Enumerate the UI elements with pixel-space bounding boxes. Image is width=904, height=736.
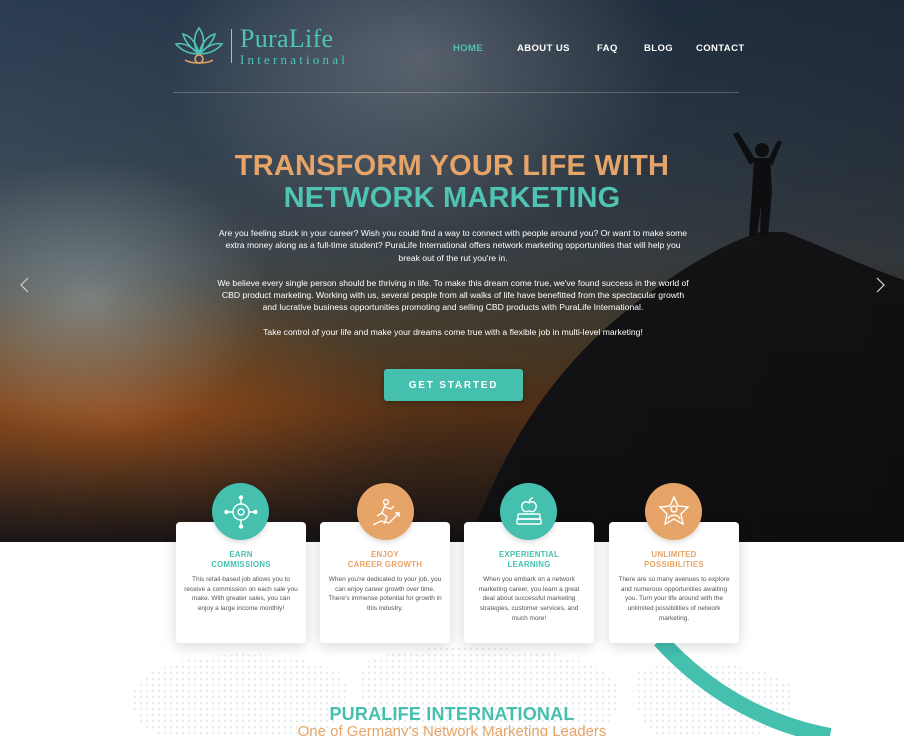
feature-title-line1: ENJOY <box>371 550 399 559</box>
nav-contact[interactable]: CONTACT <box>696 43 745 54</box>
logo-divider <box>231 29 232 63</box>
feature-title: ENJOY CAREER GROWTH <box>320 550 450 570</box>
feature-title: EARN COMMISSIONS <box>176 550 306 570</box>
brand-name: PuraLife <box>240 24 334 53</box>
feature-text: There are so many avenues to explore and… <box>618 576 730 622</box>
feature-text: When you embark on a network marketing c… <box>478 576 580 622</box>
feature-title: EXPERIENTIAL LEARNING <box>464 550 594 570</box>
nav-blog[interactable]: BLOG <box>644 43 673 54</box>
hero-description: Are you feeling stuck in your career? Wi… <box>214 227 692 351</box>
books-apple-icon <box>500 483 557 540</box>
hero-paragraph-2: We believe every single person should be… <box>217 277 689 313</box>
running-growth-icon <box>357 483 414 540</box>
section-title: PURALIFE INTERNATIONAL <box>329 704 575 724</box>
brand-logo[interactable]: PuraLife International <box>173 24 348 68</box>
hero-paragraph-1: Are you feeling stuck in your career? Wi… <box>218 228 688 263</box>
feature-title-line2: COMMISSIONS <box>211 560 271 569</box>
feature-text: When you're dedicated to your job, you c… <box>328 576 442 613</box>
brand-subtitle: International <box>240 52 349 67</box>
target-icon <box>212 483 269 540</box>
feature-title-line1: UNLIMITED <box>651 550 697 559</box>
feature-title-line1: EXPERIENTIAL <box>498 550 560 559</box>
feature-card-experiential-learning: EXPERIENTIAL LEARNING When you embark on… <box>464 522 594 643</box>
feature-title-line2: POSSIBILITIES <box>644 560 704 569</box>
feature-card-unlimited-possibilities: UNLIMITED POSSIBILITIES There are so man… <box>609 522 739 643</box>
feature-title: UNLIMITED POSSIBILITIES <box>609 550 739 570</box>
feature-text: This retail-based job allows you to rece… <box>184 576 298 613</box>
section-subtitle: One of Germany's Network Marketing Leade… <box>297 723 607 736</box>
feature-card-career-growth: ENJOY CAREER GROWTH When you're dedicate… <box>320 522 450 643</box>
hero-paragraph-3: Take control of your life and make your … <box>263 327 643 338</box>
slider-next-icon[interactable] <box>873 276 887 294</box>
feature-title-line2: LEARNING <box>507 560 551 569</box>
star-person-icon <box>645 483 702 540</box>
hero-title: TRANSFORM YOUR LIFE WITH NETWORK MARKETI… <box>152 150 752 214</box>
feature-title-line1: EARN <box>229 550 253 559</box>
header-divider <box>173 92 739 93</box>
hero-title-line1: TRANSFORM YOUR LIFE WITH <box>234 150 670 182</box>
feature-title-line2: CAREER GROWTH <box>347 560 423 569</box>
main-nav: HOME ABOUT US FAQ BLOG CONTACT <box>440 43 744 57</box>
hero-title-line2: NETWORK MARKETING <box>283 182 621 214</box>
get-started-button[interactable]: GET STARTED <box>384 369 523 401</box>
lotus-logo-icon <box>174 26 224 64</box>
nav-home[interactable]: HOME <box>453 43 483 54</box>
nav-faq[interactable]: FAQ <box>597 43 618 54</box>
feature-card-earn-commissions: EARN COMMISSIONS This retail-based job a… <box>176 522 306 643</box>
slider-prev-icon[interactable] <box>18 276 32 294</box>
nav-about-us[interactable]: ABOUT US <box>517 43 570 54</box>
logo-text: PuraLife International <box>240 24 349 67</box>
